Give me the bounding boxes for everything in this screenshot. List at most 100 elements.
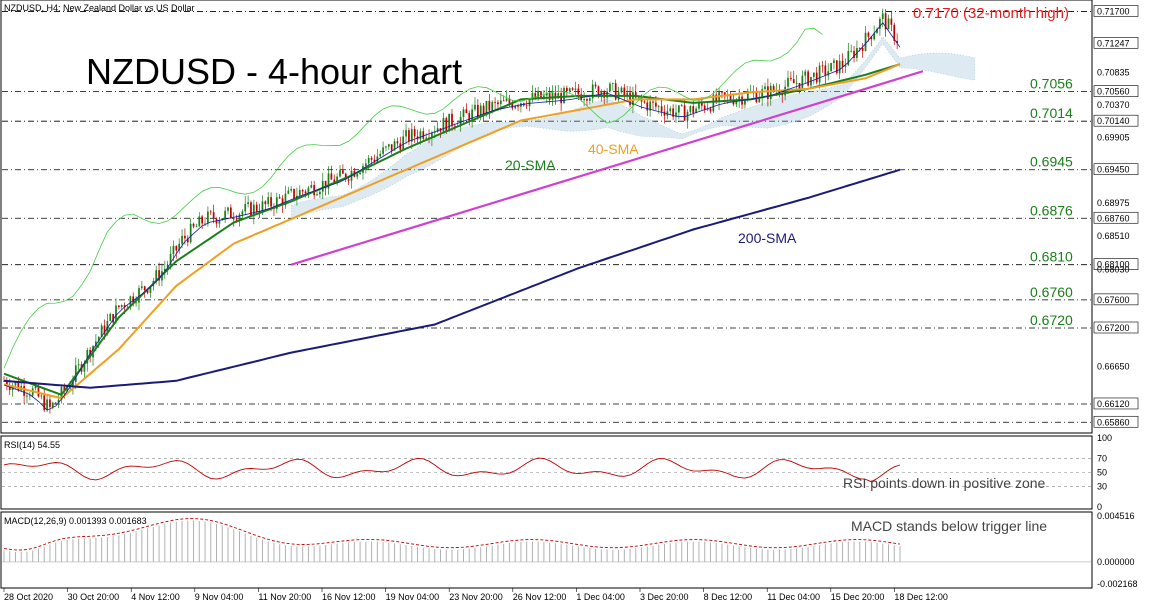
candle-body: [359, 172, 361, 174]
candle-body: [419, 131, 422, 140]
time-tick-label: 18 Dec 12:00: [894, 592, 948, 602]
candle-body: [485, 100, 488, 114]
candle-body: [566, 87, 568, 92]
candle-body: [807, 71, 809, 86]
candle-body: [390, 144, 393, 151]
macd-axis-label: 0.004516: [1097, 511, 1135, 521]
time-tick-label: 3 Dec 20:00: [640, 592, 689, 602]
candle-body: [468, 113, 471, 122]
candle-body: [583, 99, 585, 101]
price-tick-label: 0.70835: [1097, 67, 1130, 77]
candle-body: [611, 83, 614, 84]
candle-body: [551, 92, 554, 100]
candle-body: [790, 77, 792, 80]
candle-body: [795, 82, 798, 84]
time-tick-label: 15 Dec 20:00: [831, 592, 885, 602]
level-label: 0.6945: [1030, 154, 1073, 170]
candle-body: [442, 118, 445, 132]
candle-body: [181, 235, 183, 244]
candle-body: [494, 102, 496, 103]
candle-body: [660, 106, 663, 112]
candle-body: [396, 141, 399, 144]
sma-line: [3, 168, 901, 389]
candle-body: [629, 92, 631, 105]
time-tick-label: 9 Nov 04:00: [195, 592, 244, 602]
candle-body: [14, 382, 17, 386]
candle-body: [342, 170, 344, 174]
candle-body: [241, 211, 244, 215]
candle-body: [482, 105, 485, 114]
candle-body: [502, 100, 505, 102]
candle-body: [448, 113, 450, 132]
candle-body: [657, 106, 660, 108]
candle-body: [422, 131, 425, 139]
candle-body: [224, 210, 226, 219]
candle-body: [560, 93, 562, 104]
candle-body: [824, 65, 827, 76]
candle-body: [841, 60, 844, 67]
candle-body: [586, 99, 588, 101]
time-tick-label: 8 Dec 12:00: [704, 592, 753, 602]
high-label: 0.7170 (32-month high): [913, 5, 1069, 22]
candle-body: [175, 245, 178, 251]
rsi-line: [3, 457, 901, 483]
candle-body: [812, 72, 815, 77]
candle-body: [293, 188, 295, 199]
candle-body: [764, 86, 766, 90]
price-tick-label: 0.67200: [1097, 323, 1130, 333]
macd-axis-label: -0.002168: [1097, 579, 1138, 589]
candle-body: [184, 235, 186, 239]
candle-body: [769, 85, 772, 100]
time-axis: 28 Oct 2020 30 Oct 20:00 4 Nov 12:00 9 Nov …: [3, 588, 948, 602]
price-axis: 0.71700 0.71247 0.70835 0.70560 0.70370 0.701…: [1093, 5, 1139, 428]
candle-body: [138, 288, 140, 303]
candle-body: [140, 286, 143, 289]
candle-body: [367, 158, 370, 164]
candle-body: [499, 100, 502, 105]
sma200-label: 200-SMA: [738, 230, 797, 246]
candle-body: [525, 105, 528, 107]
time-tick-label: 19 Nov 04:00: [386, 592, 440, 602]
candle-body: [255, 204, 258, 212]
candle-body: [465, 109, 468, 114]
price-tick-label: 0.68030: [1097, 265, 1130, 275]
candle-body: [505, 98, 508, 101]
candle-body: [833, 60, 835, 63]
candle-body: [387, 144, 390, 147]
candle-body: [250, 202, 252, 217]
candle-body: [689, 106, 692, 112]
candle-body: [370, 158, 373, 160]
candle-body: [792, 79, 795, 84]
candle-body: [850, 50, 853, 52]
candle-body: [787, 77, 789, 87]
candle-body: [26, 395, 28, 397]
price-tick-label: 0.71247: [1097, 38, 1130, 48]
candle-body: [40, 395, 43, 397]
candle-body: [379, 153, 382, 157]
time-tick-label: 26 Nov 12:00: [513, 592, 567, 602]
price-tick-label: 0.68975: [1097, 198, 1130, 208]
candle-body: [376, 156, 379, 162]
candle-body: [49, 399, 51, 408]
level-label: 0.7056: [1030, 76, 1073, 92]
candle-body: [364, 163, 367, 166]
price-tick-label: 0.67600: [1097, 295, 1130, 305]
price-tick-label: 0.71700: [1097, 6, 1130, 16]
candle-body: [678, 105, 680, 113]
candle-body: [212, 212, 215, 219]
symbol-label: NZDUSD, H4: New Zealand Dollar vs US Dol…: [4, 3, 195, 13]
candle-body: [17, 382, 20, 391]
candle-body: [683, 105, 686, 121]
candle-body: [382, 147, 384, 154]
price-tick-label: 0.70560: [1097, 87, 1130, 97]
price-tick-label: 0.66120: [1097, 399, 1130, 409]
candle-body: [232, 218, 235, 220]
candle-body: [267, 197, 270, 205]
candle-body: [201, 216, 204, 224]
candle-body: [23, 386, 25, 396]
candle-body: [517, 106, 519, 107]
candle-body: [304, 191, 307, 194]
candle-body: [623, 87, 626, 96]
time-tick-label: 11 Dec 04:00: [767, 592, 820, 602]
candle-body: [815, 72, 818, 83]
